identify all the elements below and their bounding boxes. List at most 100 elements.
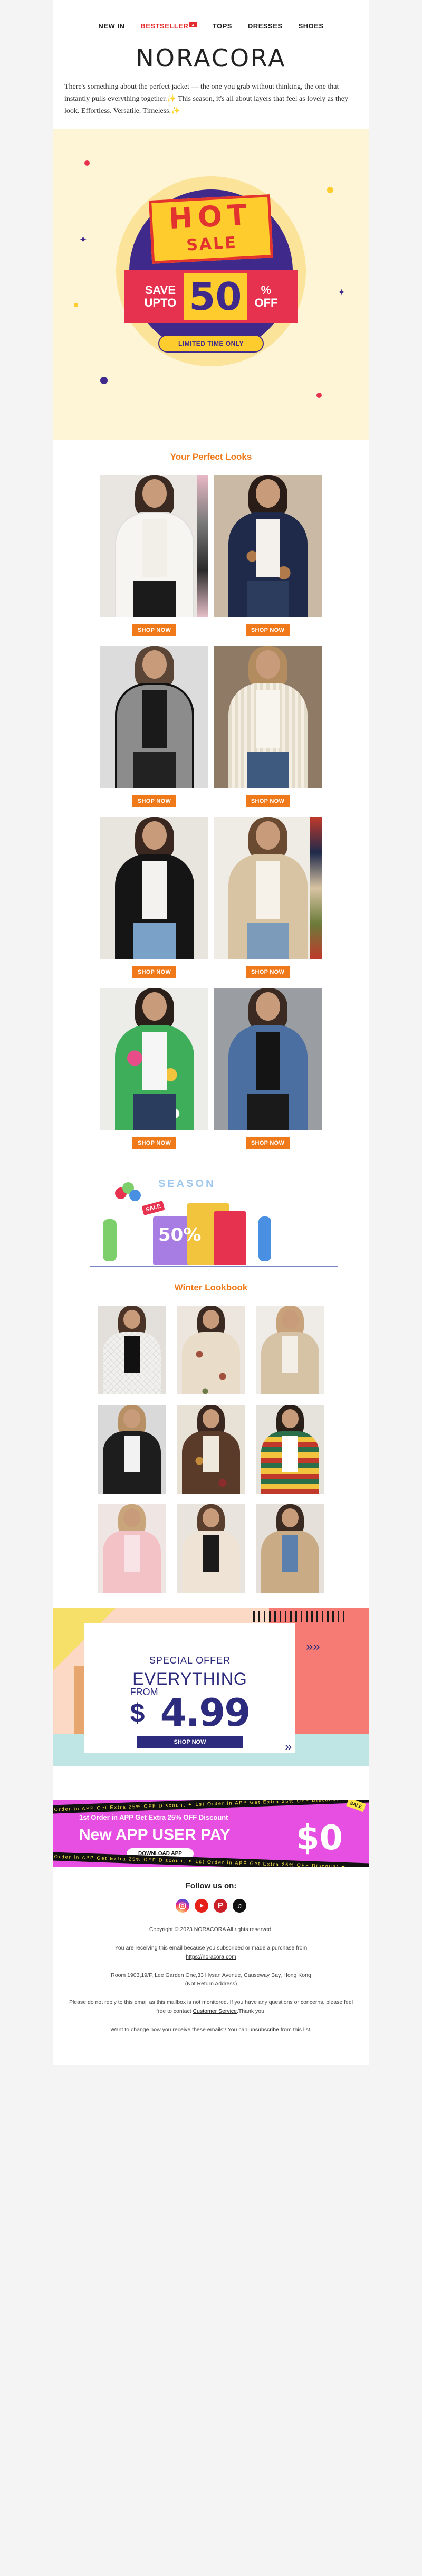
- nav-new-in[interactable]: NEW IN: [98, 22, 124, 30]
- special-offer-text: SPECIAL OFFER: [149, 1655, 231, 1666]
- unsubscribe-pre: Want to change how you receive these ema…: [110, 2026, 248, 2033]
- shopping-bag-icon: [214, 1211, 246, 1266]
- product-image-grey-coat[interactable]: [100, 646, 208, 789]
- sparkle-icon: ✦: [79, 234, 88, 245]
- pants: [246, 923, 289, 960]
- brand-logo[interactable]: NORACORA: [53, 36, 369, 81]
- decor-dots: [253, 1611, 348, 1623]
- discount-ribbon: SAVE UPTO 50 % OFF: [124, 270, 298, 324]
- app-download-banner[interactable]: 1st Order in APP Get Extra 25% OFF Disco…: [53, 1800, 369, 1868]
- price-row: FROM $ 4.99: [84, 1687, 295, 1732]
- youtube-icon[interactable]: [195, 1899, 208, 1913]
- subscription-note: You are receiving this email because you…: [69, 1944, 353, 1962]
- top: [124, 1336, 140, 1374]
- top: [203, 1436, 219, 1473]
- special-offer-banner[interactable]: SPECIAL OFFER EVERYTHING FROM $ 4.99 SHOP…: [53, 1608, 369, 1766]
- new-user-text: New APP USER PAY: [79, 1826, 231, 1844]
- pants: [133, 1094, 176, 1131]
- product-card: SHOP NOW: [100, 475, 208, 637]
- upto-label: UPTO: [144, 296, 177, 310]
- shop-now-button[interactable]: SHOP NOW: [245, 1137, 290, 1150]
- face: [255, 992, 280, 1021]
- boots: [246, 1094, 289, 1131]
- hot-sale-banner[interactable]: ✦ ✦ HOT SALE SAVE UPTO 50 % OFF LIMITED …: [53, 129, 369, 441]
- nav-tops[interactable]: TOPS: [213, 22, 232, 30]
- color-swatches: [310, 817, 322, 960]
- customer-service-link[interactable]: Customer Service: [193, 2008, 237, 2014]
- site-link[interactable]: https://noracora.com: [186, 1954, 236, 1960]
- unsubscribe-link[interactable]: unsubscribe: [249, 2027, 279, 2033]
- shop-now-button[interactable]: SHOP NOW: [132, 966, 177, 979]
- save-upto-text: SAVE UPTO: [145, 284, 177, 309]
- shop-now-button[interactable]: SHOP NOW: [245, 966, 290, 979]
- return-note: (Not Return Address): [185, 1981, 237, 1988]
- lookbook-image-paisley-jacket[interactable]: [177, 1405, 245, 1494]
- off-label: OFF: [254, 296, 278, 310]
- first-order-text: 1st Order in APP Get Extra 25% OFF Disco…: [79, 1813, 228, 1822]
- nav-dresses[interactable]: DRESSES: [248, 22, 283, 30]
- perfect-looks-title: Your Perfect Looks: [170, 452, 252, 462]
- lookbook-image-pink-cardigan[interactable]: [98, 1504, 166, 1593]
- product-image-white-jacket[interactable]: [100, 475, 208, 618]
- chevron-right-icon: »»: [306, 1639, 320, 1654]
- top: [255, 519, 280, 578]
- shop-now-button[interactable]: SHOP NOW: [245, 624, 290, 637]
- instagram-icon[interactable]: [176, 1899, 189, 1913]
- shop-now-button[interactable]: SHOP NOW: [132, 1137, 177, 1150]
- top: [142, 1032, 167, 1091]
- chevron-right-icon: »: [285, 1739, 292, 1754]
- pants: [133, 752, 176, 789]
- shop-now-button[interactable]: SHOP NOW: [132, 624, 177, 637]
- product-card: SHOP NOW: [214, 988, 322, 1150]
- lookbook-image-white-quilted-jacket[interactable]: [98, 1306, 166, 1395]
- shop-now-button[interactable]: SHOP NOW: [245, 795, 290, 808]
- product-card: SHOP NOW: [214, 646, 322, 808]
- product-card: SHOP NOW: [100, 646, 208, 808]
- address-block: Room 1903,19/F, Lee Garden One,33 Hysan …: [69, 1971, 353, 1989]
- confetti-dot: [327, 187, 333, 194]
- top: [203, 1336, 219, 1373]
- sale-tag: SALE: [141, 1201, 165, 1216]
- confetti-dot: [316, 393, 322, 398]
- dress: [255, 1032, 280, 1091]
- product-image-beige-blazer[interactable]: [214, 817, 322, 960]
- pants: [133, 581, 176, 618]
- face: [255, 650, 280, 679]
- product-image-navy-floral-jacket[interactable]: [214, 475, 322, 618]
- subscription-note-text: You are receiving this email because you…: [114, 1945, 308, 1952]
- no-reply-suffix: .Thank you.: [237, 2008, 266, 2015]
- lookbook-image-black-bomber[interactable]: [98, 1405, 166, 1494]
- top: [124, 1436, 140, 1473]
- nav-bestseller[interactable]: BESTSELLER ▲: [140, 22, 197, 30]
- tiktok-icon[interactable]: ♫: [233, 1899, 246, 1913]
- offer-shop-now-button[interactable]: SHOP NOW: [137, 1736, 243, 1748]
- top: [124, 1535, 140, 1572]
- product-image-black-blazer[interactable]: [100, 817, 208, 960]
- nav-shoes[interactable]: SHOES: [299, 22, 324, 30]
- product-image-cream-knit-coat[interactable]: [214, 646, 322, 789]
- lookbook-image-floral-blouse[interactable]: [177, 1306, 245, 1395]
- social-links: P ♫: [69, 1899, 353, 1913]
- product-image-denim-coat[interactable]: [214, 988, 322, 1131]
- lookbook-image-patterned-jacket[interactable]: [256, 1405, 324, 1494]
- lookbook-image-beige-sweater-vest[interactable]: [256, 1306, 324, 1395]
- shop-now-button[interactable]: SHOP NOW: [132, 795, 177, 808]
- pinterest-icon[interactable]: P: [214, 1899, 227, 1913]
- product-card: SHOP NOW: [100, 817, 208, 979]
- lookbook-image-tan-denim-collar-sweater[interactable]: [256, 1504, 324, 1593]
- offer-panel: SPECIAL OFFER EVERYTHING FROM $ 4.99 SHOP…: [84, 1623, 295, 1753]
- collar: [282, 1535, 298, 1572]
- product-image-floral-blazer[interactable]: [100, 988, 208, 1131]
- top: [255, 690, 280, 749]
- email-container: NEW IN BESTSELLER ▲ TOPS DRESSES SHOES NO…: [53, 0, 369, 2065]
- pinterest-glyph: P: [217, 1901, 223, 1910]
- lookbook-image-bow-back-sweater[interactable]: [177, 1504, 245, 1593]
- lookbook-grid: [53, 1306, 369, 1608]
- promo-stripe: 1st Order in APP Get Extra 25% OFF Disco…: [53, 1800, 369, 1814]
- percent-sign: %: [261, 283, 272, 297]
- product-grid: SHOP NOW SHOP NOW SHOP NOW SHOP NOW SHOP…: [53, 475, 369, 1159]
- confetti-dot: [74, 303, 78, 308]
- season-sale-banner[interactable]: SEASON SALE 50%: [53, 1166, 369, 1278]
- nav-bestseller-label: BESTSELLER: [140, 22, 189, 30]
- from-label: FROM $: [130, 1687, 158, 1732]
